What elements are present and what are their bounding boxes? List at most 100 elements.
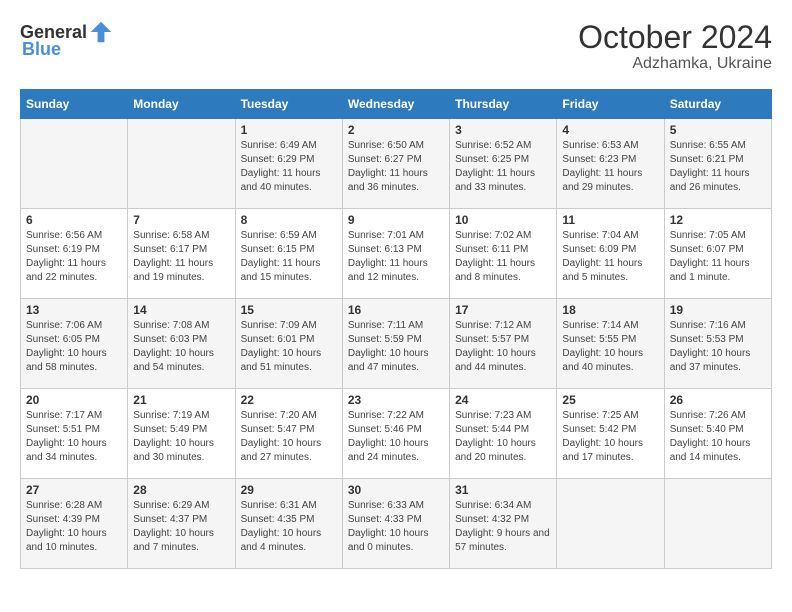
day-number: 25 [562, 393, 658, 407]
day-number: 28 [133, 483, 229, 497]
day-content: Sunrise: 7:12 AM Sunset: 5:57 PM Dayligh… [455, 319, 551, 375]
day-number: 19 [670, 303, 766, 317]
day-number: 6 [26, 213, 122, 227]
calendar-cell: 14 Sunrise: 7:08 AM Sunset: 6:03 PM Dayli… [128, 299, 235, 389]
day-content: Sunrise: 6:28 AM Sunset: 4:39 PM Dayligh… [26, 499, 122, 555]
calendar-cell: 5Sunrise: 6:55 AM Sunset: 6:21 PM Daylig… [664, 119, 771, 209]
day-number: 2 [348, 123, 444, 137]
day-content: Sunrise: 7:04 AM Sunset: 6:09 PM Dayligh… [562, 229, 658, 285]
calendar-cell: 8Sunrise: 6:59 AM Sunset: 6:15 PM Daylig… [235, 209, 342, 299]
day-number: 8 [241, 213, 337, 227]
calendar-cell: 21 Sunrise: 7:19 AM Sunset: 5:49 PM Dayli… [128, 389, 235, 479]
calendar-week-row: 6Sunrise: 6:56 AM Sunset: 6:19 PM Daylig… [21, 209, 772, 299]
day-content: Sunrise: 6:53 AM Sunset: 6:23 PM Dayligh… [562, 139, 658, 195]
calendar-cell [21, 119, 128, 209]
day-number: 16 [348, 303, 444, 317]
day-number: 7 [133, 213, 229, 227]
calendar-cell: 23 Sunrise: 7:22 AM Sunset: 5:46 PM Dayli… [342, 389, 449, 479]
day-number: 29 [241, 483, 337, 497]
calendar-cell: 11 Sunrise: 7:04 AM Sunset: 6:09 PM Dayli… [557, 209, 664, 299]
day-number: 11 [562, 213, 658, 227]
calendar-cell: 9 Sunrise: 7:01 AM Sunset: 6:13 PM Daylig… [342, 209, 449, 299]
logo: General Blue [20, 20, 113, 58]
calendar-week-row: 20Sunrise: 7:17 AM Sunset: 5:51 PM Dayli… [21, 389, 772, 479]
day-number: 17 [455, 303, 551, 317]
month-year: October 2024 [578, 20, 772, 55]
day-number: 18 [562, 303, 658, 317]
day-content: Sunrise: 7:22 AM Sunset: 5:46 PM Dayligh… [348, 409, 444, 465]
header-saturday: Saturday [664, 90, 771, 119]
header-sunday: Sunday [21, 90, 128, 119]
day-content: Sunrise: 7:09 AM Sunset: 6:01 PM Dayligh… [241, 319, 337, 375]
calendar-cell [128, 119, 235, 209]
day-number: 3 [455, 123, 551, 137]
calendar-cell: 3Sunrise: 6:52 AM Sunset: 6:25 PM Daylig… [450, 119, 557, 209]
header-monday: Monday [128, 90, 235, 119]
day-content: Sunrise: 6:58 AM Sunset: 6:17 PM Dayligh… [133, 229, 229, 285]
calendar-header: SundayMondayTuesdayWednesdayThursdayFrid… [21, 90, 772, 119]
day-number: 13 [26, 303, 122, 317]
calendar-cell: 30 Sunrise: 6:33 AM Sunset: 4:33 PM Dayli… [342, 479, 449, 569]
day-number: 5 [670, 123, 766, 137]
day-content: Sunrise: 6:33 AM Sunset: 4:33 PM Dayligh… [348, 499, 444, 555]
calendar-cell: 31Sunrise: 6:34 AM Sunset: 4:32 PM Dayli… [450, 479, 557, 569]
day-content: Sunrise: 7:19 AM Sunset: 5:49 PM Dayligh… [133, 409, 229, 465]
day-content: Sunrise: 7:14 AM Sunset: 5:55 PM Dayligh… [562, 319, 658, 375]
day-number: 23 [348, 393, 444, 407]
day-content: Sunrise: 7:05 AM Sunset: 6:07 PM Dayligh… [670, 229, 766, 285]
day-content: Sunrise: 7:17 AM Sunset: 5:51 PM Dayligh… [26, 409, 122, 465]
day-content: Sunrise: 7:23 AM Sunset: 5:44 PM Dayligh… [455, 409, 551, 465]
day-content: Sunrise: 7:20 AM Sunset: 5:47 PM Dayligh… [241, 409, 337, 465]
day-content: Sunrise: 7:11 AM Sunset: 5:59 PM Dayligh… [348, 319, 444, 375]
calendar-cell: 24 Sunrise: 7:23 AM Sunset: 5:44 PM Dayli… [450, 389, 557, 479]
header-tuesday: Tuesday [235, 90, 342, 119]
day-number: 9 [348, 213, 444, 227]
calendar-cell: 19 Sunrise: 7:16 AM Sunset: 5:53 PM Dayli… [664, 299, 771, 389]
day-number: 4 [562, 123, 658, 137]
day-content: Sunrise: 7:08 AM Sunset: 6:03 PM Dayligh… [133, 319, 229, 375]
day-content: Sunrise: 7:06 AM Sunset: 6:05 PM Dayligh… [26, 319, 122, 375]
day-content: Sunrise: 6:29 AM Sunset: 4:37 PM Dayligh… [133, 499, 229, 555]
day-number: 31 [455, 483, 551, 497]
day-number: 26 [670, 393, 766, 407]
day-number: 22 [241, 393, 337, 407]
calendar-body: 1Sunrise: 6:49 AM Sunset: 6:29 PM Daylig… [21, 119, 772, 569]
day-number: 10 [455, 213, 551, 227]
day-content: Sunrise: 6:50 AM Sunset: 6:27 PM Dayligh… [348, 139, 444, 195]
calendar-cell: 12 Sunrise: 7:05 AM Sunset: 6:07 PM Dayli… [664, 209, 771, 299]
calendar-cell: 27 Sunrise: 6:28 AM Sunset: 4:39 PM Dayli… [21, 479, 128, 569]
calendar-cell: 6Sunrise: 6:56 AM Sunset: 6:19 PM Daylig… [21, 209, 128, 299]
day-number: 24 [455, 393, 551, 407]
day-content: Sunrise: 7:16 AM Sunset: 5:53 PM Dayligh… [670, 319, 766, 375]
calendar-cell: 10Sunrise: 7:02 AM Sunset: 6:11 PM Dayli… [450, 209, 557, 299]
day-number: 12 [670, 213, 766, 227]
location: Adzhamka, Ukraine [578, 55, 772, 73]
header-row: SundayMondayTuesdayWednesdayThursdayFrid… [21, 90, 772, 119]
calendar-cell: 20Sunrise: 7:17 AM Sunset: 5:51 PM Dayli… [21, 389, 128, 479]
day-content: Sunrise: 6:49 AM Sunset: 6:29 PM Dayligh… [241, 139, 337, 195]
day-number: 14 [133, 303, 229, 317]
calendar-cell: 16 Sunrise: 7:11 AM Sunset: 5:59 PM Dayli… [342, 299, 449, 389]
day-number: 30 [348, 483, 444, 497]
logo-icon [89, 20, 113, 44]
title-block: October 2024 Adzhamka, Ukraine [578, 20, 772, 73]
header-friday: Friday [557, 90, 664, 119]
day-content: Sunrise: 7:01 AM Sunset: 6:13 PM Dayligh… [348, 229, 444, 285]
logo-blue: Blue [22, 40, 61, 58]
calendar-cell: 18 Sunrise: 7:14 AM Sunset: 5:55 PM Dayli… [557, 299, 664, 389]
day-number: 15 [241, 303, 337, 317]
day-content: Sunrise: 7:26 AM Sunset: 5:40 PM Dayligh… [670, 409, 766, 465]
calendar-week-row: 13 Sunrise: 7:06 AM Sunset: 6:05 PM Dayli… [21, 299, 772, 389]
header-thursday: Thursday [450, 90, 557, 119]
calendar-week-row: 27 Sunrise: 6:28 AM Sunset: 4:39 PM Dayli… [21, 479, 772, 569]
calendar-cell: 25Sunrise: 7:25 AM Sunset: 5:42 PM Dayli… [557, 389, 664, 479]
calendar-cell: 13 Sunrise: 7:06 AM Sunset: 6:05 PM Dayli… [21, 299, 128, 389]
day-number: 21 [133, 393, 229, 407]
page-header: General Blue October 2024 Adzhamka, Ukra… [20, 20, 772, 73]
day-number: 27 [26, 483, 122, 497]
calendar-cell: 7 Sunrise: 6:58 AM Sunset: 6:17 PM Daylig… [128, 209, 235, 299]
calendar-cell: 2 Sunrise: 6:50 AM Sunset: 6:27 PM Daylig… [342, 119, 449, 209]
calendar-cell [557, 479, 664, 569]
calendar-cell: 28 Sunrise: 6:29 AM Sunset: 4:37 PM Dayli… [128, 479, 235, 569]
calendar-cell: 17 Sunrise: 7:12 AM Sunset: 5:57 PM Dayli… [450, 299, 557, 389]
